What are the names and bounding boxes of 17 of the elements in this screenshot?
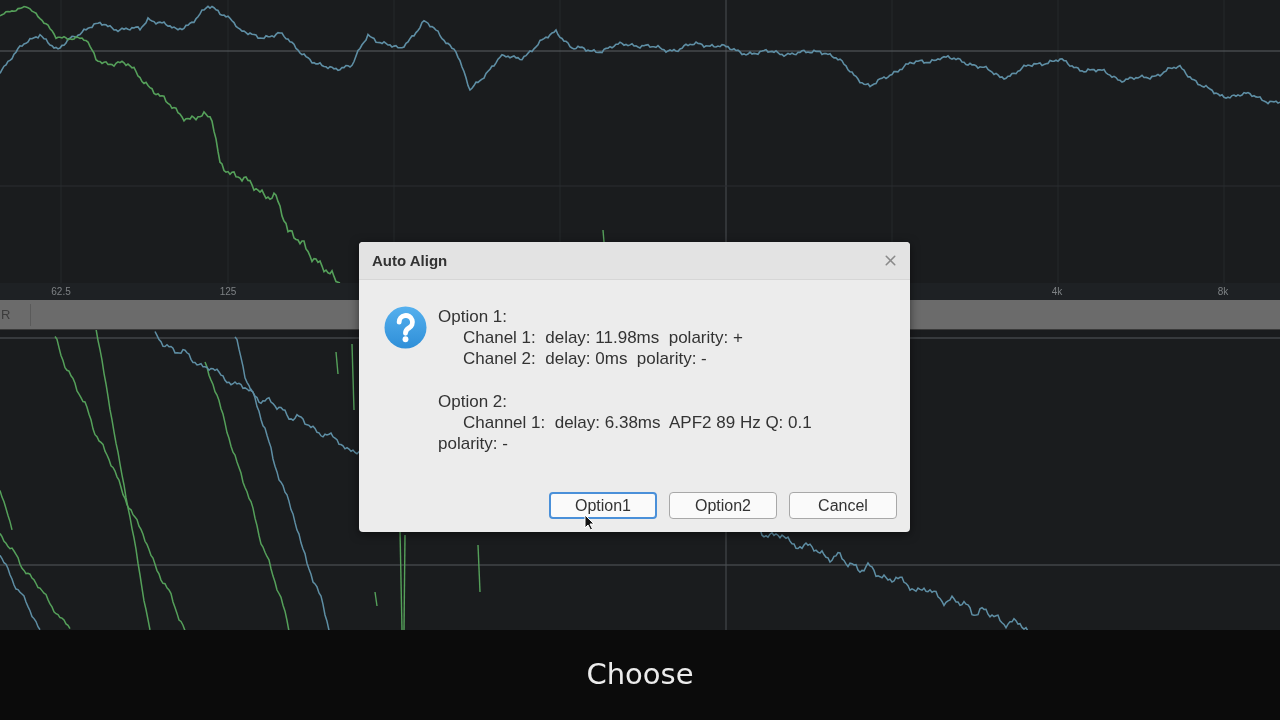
option-detail: Channel 1: delay: 6.38ms APF2 89 Hz Q: 0.1 bbox=[463, 412, 812, 433]
dialog-button[interactable]: Option1 bbox=[549, 492, 657, 519]
axis-label: 8k bbox=[1217, 286, 1229, 298]
axis-label: 125 bbox=[219, 286, 237, 298]
dialog-title: Auto Align bbox=[372, 251, 448, 270]
option-heading: Option 1: bbox=[438, 306, 507, 327]
cursor-icon bbox=[584, 514, 595, 531]
caption-text: Choose bbox=[586, 656, 694, 692]
axis-label: 62.5 bbox=[51, 286, 71, 298]
dialog-button[interactable]: Option2 bbox=[669, 492, 777, 519]
question-icon bbox=[384, 306, 427, 349]
axis-label: 4k bbox=[1051, 286, 1063, 298]
option-detail: polarity: - bbox=[438, 433, 508, 454]
option-detail: Chanel 1: delay: 11.98ms polarity: + bbox=[463, 327, 743, 348]
option-heading: Option 2: bbox=[438, 391, 507, 412]
option-detail: Chanel 2: delay: 0ms polarity: - bbox=[463, 348, 707, 369]
dialog-button[interactable]: Cancel bbox=[789, 492, 897, 519]
